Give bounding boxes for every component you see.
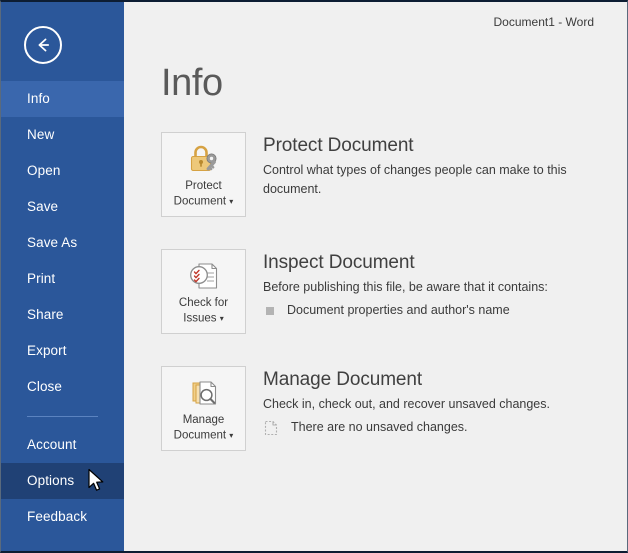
sidebar-nav-list: Info New Open Save Save As Print Share E… bbox=[1, 81, 124, 535]
section-protect-document: Protect Document ▾ Protect Document Cont… bbox=[161, 132, 617, 217]
section-description: Before publishing this file, be aware th… bbox=[263, 280, 548, 294]
sidebar-item-share[interactable]: Share bbox=[1, 297, 124, 333]
section-description: Control what types of changes people can… bbox=[263, 163, 567, 196]
page-title: Info bbox=[161, 62, 223, 104]
check-for-issues-button-label: Check for Issues ▾ bbox=[179, 296, 228, 327]
sidebar-item-account[interactable]: Account bbox=[1, 427, 124, 463]
btn-label-line2: Document bbox=[173, 195, 227, 208]
backstage-main-pane: Document1 - Word Info Protect Document ▾… bbox=[124, 2, 627, 551]
word-backstage-window: Info New Open Save Save As Print Share E… bbox=[0, 0, 628, 553]
sidebar-item-close[interactable]: Close bbox=[1, 369, 124, 405]
sidebar-item-label: Account bbox=[27, 437, 77, 452]
padlock-key-icon bbox=[187, 142, 221, 176]
bullet-text: There are no unsaved changes. bbox=[291, 420, 468, 434]
section-manage-document: Manage Document ▾ Manage Document Check … bbox=[161, 366, 617, 451]
btn-label-line1: Protect bbox=[185, 180, 222, 192]
list-item: Document properties and author's name bbox=[263, 302, 617, 319]
chevron-down-icon[interactable]: ▾ bbox=[229, 431, 233, 440]
list-item: There are no unsaved changes. bbox=[263, 419, 617, 436]
btn-label-line1: Check for bbox=[178, 297, 229, 309]
manage-document-button-label: Manage Document ▾ bbox=[174, 413, 234, 444]
section-title: Protect Document bbox=[263, 135, 414, 156]
sidebar-item-label: Close bbox=[27, 379, 63, 394]
sidebar-item-print[interactable]: Print bbox=[1, 261, 124, 297]
protect-document-button-label: Protect Document ▾ bbox=[174, 179, 234, 210]
sidebar-item-label: Info bbox=[27, 91, 50, 106]
btn-label-line2: Document bbox=[173, 429, 227, 442]
sidebar-item-save[interactable]: Save bbox=[1, 189, 124, 225]
back-arrow-icon bbox=[33, 35, 53, 55]
btn-label-line2: Issues bbox=[183, 312, 217, 325]
sidebar-item-label: Feedback bbox=[27, 509, 88, 524]
manage-document-text: Manage Document Check in, check out, and… bbox=[263, 366, 617, 436]
backstage-sidebar: Info New Open Save Save As Print Share E… bbox=[1, 2, 124, 551]
section-inspect-document: Check for Issues ▾ Inspect Document Befo… bbox=[161, 249, 617, 334]
sidebar-item-open[interactable]: Open bbox=[1, 153, 124, 189]
chevron-down-icon[interactable]: ▾ bbox=[220, 314, 224, 323]
square-bullet-icon bbox=[266, 306, 274, 315]
chevron-down-icon[interactable]: ▾ bbox=[229, 197, 233, 206]
btn-label-line1: Manage bbox=[182, 414, 225, 426]
section-description: Check in, check out, and recover unsaved… bbox=[263, 397, 550, 411]
protect-document-button[interactable]: Protect Document ▾ bbox=[161, 132, 246, 217]
sidebar-item-info[interactable]: Info bbox=[1, 81, 124, 117]
manage-document-button[interactable]: Manage Document ▾ bbox=[161, 366, 246, 451]
section-title: Inspect Document bbox=[263, 252, 415, 273]
inspect-document-text: Inspect Document Before publishing this … bbox=[263, 249, 617, 319]
sidebar-item-label: New bbox=[27, 127, 55, 142]
back-button[interactable] bbox=[24, 26, 62, 64]
sidebar-item-label: Print bbox=[27, 271, 56, 286]
document-inspect-icon bbox=[187, 259, 221, 293]
document-title: Document1 - Word bbox=[493, 15, 594, 29]
section-title: Manage Document bbox=[263, 369, 423, 390]
sidebar-item-label: Options bbox=[27, 473, 75, 488]
bullet-text: Document properties and author's name bbox=[287, 303, 510, 317]
check-for-issues-button[interactable]: Check for Issues ▾ bbox=[161, 249, 246, 334]
sidebar-item-label: Save As bbox=[27, 235, 78, 250]
sidebar-item-label: Open bbox=[27, 163, 61, 178]
sidebar-item-export[interactable]: Export bbox=[1, 333, 124, 369]
sidebar-item-save-as[interactable]: Save As bbox=[1, 225, 124, 261]
sidebar-separator bbox=[27, 416, 98, 417]
protect-document-text: Protect Document Control what types of c… bbox=[263, 132, 617, 199]
document-stack-search-icon bbox=[187, 376, 221, 410]
sidebar-item-options[interactable]: Options bbox=[1, 463, 124, 499]
sidebar-item-label: Export bbox=[27, 343, 67, 358]
sidebar-item-label: Share bbox=[27, 307, 64, 322]
sidebar-item-feedback[interactable]: Feedback bbox=[1, 499, 124, 535]
sidebar-item-label: Save bbox=[27, 199, 59, 214]
info-sections: Protect Document ▾ Protect Document Cont… bbox=[161, 132, 617, 483]
sidebar-item-new[interactable]: New bbox=[1, 117, 124, 153]
dashed-document-icon bbox=[264, 420, 278, 436]
